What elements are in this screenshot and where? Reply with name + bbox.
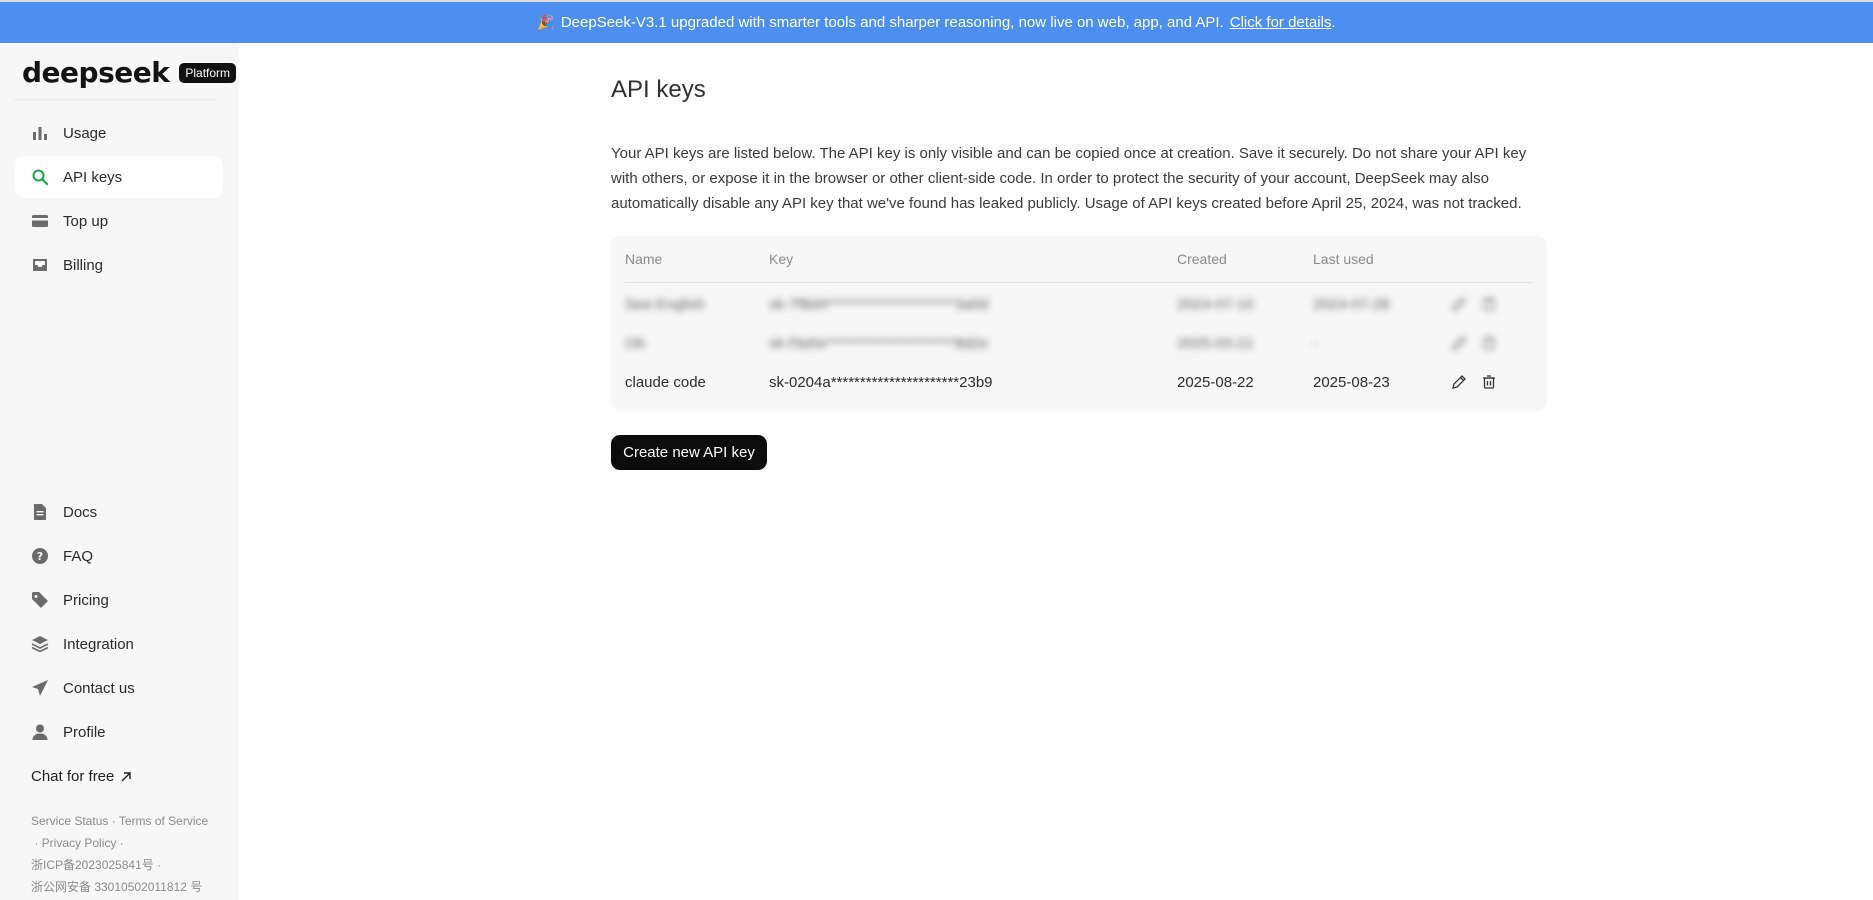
icp-link[interactable]: 浙ICP备2023025841号 <box>31 858 154 872</box>
create-api-key-button[interactable]: Create new API key <box>611 435 767 470</box>
sidebar: deepseek Platform Usage API keys Top up … <box>0 43 239 900</box>
sidebar-bottom-nav: Docs ? FAQ Pricing Integration Contact u… <box>15 491 223 755</box>
banner-suffix: . <box>1331 14 1336 31</box>
col-key-header: Key <box>769 251 794 267</box>
delete-icon[interactable] <box>1481 296 1499 314</box>
sidebar-top-nav: Usage API keys Top up Billing <box>15 112 223 288</box>
row-actions <box>1451 296 1531 314</box>
privacy-link[interactable]: Privacy Policy <box>42 836 117 850</box>
key-last-used: 2025-08-23 <box>1313 374 1390 391</box>
send-icon <box>32 680 48 696</box>
announcement-banner: 🎉 DeepSeek-V3.1 upgraded with smarter to… <box>0 2 1873 43</box>
delete-icon[interactable] <box>1481 335 1499 353</box>
row-actions <box>1451 335 1531 353</box>
sidebar-item-label: Contact us <box>63 679 135 697</box>
brand[interactable]: deepseek Platform <box>22 56 237 89</box>
sidebar-item-pricing[interactable]: Pricing <box>15 579 223 621</box>
layers-icon <box>31 636 49 653</box>
banner-text: DeepSeek-V3.1 upgraded with smarter tool… <box>560 14 1224 31</box>
key-value: sk-0204a**********************23b9 <box>769 374 993 391</box>
sidebar-item-top-up[interactable]: Top up <box>15 200 223 242</box>
platform-badge: Platform <box>179 62 237 83</box>
sidebar-item-contact-us[interactable]: Contact us <box>15 667 223 709</box>
key-name: claude code <box>625 374 706 391</box>
external-arrow-icon <box>121 771 132 781</box>
sidebar-item-faq[interactable]: ? FAQ <box>15 535 223 577</box>
inbox-icon <box>33 259 47 271</box>
chat-for-free-label: Chat for free <box>31 768 115 785</box>
table-row: Ob sk-f3a5e**********************8d2e 20… <box>625 324 1533 363</box>
table-row: Sea English sk-7f8d4********************… <box>625 285 1533 324</box>
banner-details-link[interactable]: Click for details <box>1230 14 1332 31</box>
search-key-icon <box>32 169 49 186</box>
police-record-link[interactable]: 浙公网安备 33010502011812 号 <box>31 880 202 894</box>
sidebar-item-billing[interactable]: Billing <box>15 244 223 286</box>
key-created: 2025-08-22 <box>1177 374 1254 391</box>
chat-for-free-link[interactable]: Chat for free <box>31 768 132 785</box>
sidebar-item-docs[interactable]: Docs <box>15 491 223 533</box>
key-name: Ob <box>625 335 646 352</box>
party-popper-icon: 🎉 <box>537 14 555 30</box>
delete-icon[interactable] <box>1481 374 1499 392</box>
key-last-used: 2024-07-28 <box>1313 296 1390 313</box>
page-title: API keys <box>611 76 706 103</box>
sidebar-item-label: FAQ <box>63 547 94 565</box>
sidebar-footer: Service Status · Terms of Service · Priv… <box>31 814 209 894</box>
table-row: claude code sk-0204a********************… <box>625 363 1533 402</box>
sidebar-item-label: Billing <box>63 256 104 274</box>
deepseek-logo: deepseek <box>22 56 170 89</box>
service-status-link[interactable]: Service Status <box>31 814 108 828</box>
svg-text:?: ? <box>37 550 43 563</box>
edit-icon[interactable] <box>1451 374 1469 392</box>
sidebar-item-integration[interactable]: Integration <box>15 623 223 665</box>
user-icon <box>32 724 48 740</box>
col-name-header: Name <box>625 251 663 267</box>
key-name: Sea English <box>625 296 706 313</box>
sidebar-item-label: Usage <box>63 124 107 142</box>
sidebar-item-usage[interactable]: Usage <box>15 112 223 154</box>
key-created: 2024-07-10 <box>1177 296 1254 313</box>
key-value: sk-7f8d4**********************3a0d <box>769 296 989 313</box>
row-actions <box>1451 374 1531 392</box>
tag-icon <box>32 592 48 608</box>
sidebar-item-label: Top up <box>63 212 109 230</box>
key-created: 2025-03-21 <box>1177 335 1254 352</box>
bar-chart-icon <box>33 127 47 140</box>
sidebar-item-label: Docs <box>63 503 98 521</box>
edit-icon[interactable] <box>1451 335 1469 353</box>
col-last-used-header: Last used <box>1313 251 1374 267</box>
edit-icon[interactable] <box>1451 296 1469 314</box>
table-header: Name Key Created Last used <box>625 236 1533 283</box>
question-icon: ? <box>32 548 48 564</box>
card-icon <box>32 215 48 227</box>
sidebar-item-label: Profile <box>63 723 106 741</box>
sidebar-item-label: Integration <box>63 635 134 653</box>
key-last-used: - <box>1313 335 1318 352</box>
sidebar-item-label: API keys <box>63 168 123 186</box>
sidebar-item-api-keys[interactable]: API keys <box>15 156 223 198</box>
terms-link[interactable]: Terms of Service <box>119 814 208 828</box>
page-description: Your API keys are listed below. The API … <box>611 145 1527 212</box>
sidebar-item-label: Pricing <box>63 591 109 609</box>
col-created-header: Created <box>1177 251 1227 267</box>
key-value: sk-f3a5e**********************8d2e <box>769 335 989 352</box>
sidebar-divider <box>14 99 216 100</box>
sidebar-item-profile[interactable]: Profile <box>15 711 223 753</box>
api-keys-table: Name Key Created Last used Sea English s… <box>611 236 1547 411</box>
document-icon <box>34 504 46 520</box>
